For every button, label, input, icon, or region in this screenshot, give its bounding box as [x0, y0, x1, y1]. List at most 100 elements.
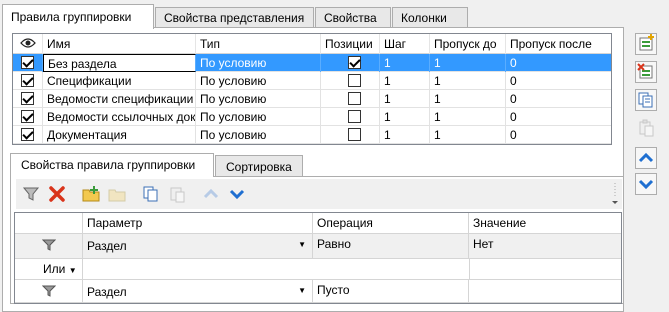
tab-view-properties[interactable]: Свойства представления — [155, 7, 314, 27]
operation-cell[interactable]: Равно — [313, 234, 469, 258]
positions-checkbox[interactable] — [348, 56, 361, 69]
column-header-type[interactable]: Тип — [196, 34, 321, 54]
name-cell[interactable]: Ведомости спецификации — [43, 90, 196, 108]
filter-icon — [41, 285, 57, 297]
step-cell[interactable]: 1 — [380, 72, 430, 90]
chevron-up-icon — [638, 152, 654, 163]
delete-group-icon — [637, 63, 653, 79]
operation-cell[interactable]: Пусто — [313, 280, 469, 302]
value-cell[interactable]: Нет — [469, 234, 621, 258]
tab-sorting[interactable]: Сортировка — [215, 155, 303, 177]
paste-icon — [639, 119, 654, 137]
visible-cell — [13, 54, 43, 72]
toolbar-overflow[interactable] — [610, 181, 620, 207]
name-cell[interactable]: Без раздела — [43, 54, 196, 72]
type-cell[interactable]: По условию — [196, 108, 321, 126]
add-folder-button[interactable] — [82, 185, 102, 203]
logic-row[interactable]: Или ▼ — [15, 259, 621, 280]
visible-checkbox[interactable] — [21, 110, 34, 123]
tab-label: Свойства правила группировки — [21, 158, 196, 172]
tab-grouping-rules[interactable]: Правила группировки — [2, 4, 154, 29]
skip-before-cell[interactable]: 1 — [430, 90, 506, 108]
column-header-operation[interactable]: Операция — [313, 213, 469, 233]
parameter-dropdown[interactable]: Раздел ▼ — [83, 234, 313, 258]
skip-after-cell[interactable]: 0 — [506, 126, 611, 144]
visible-cell — [13, 126, 43, 144]
chevron-down-icon: ▼ — [68, 266, 77, 275]
visible-cell — [13, 108, 43, 126]
move-down-button[interactable] — [228, 185, 248, 203]
skip-before-cell[interactable]: 1 — [430, 72, 506, 90]
chevron-down-icon — [638, 179, 654, 190]
skip-before-cell[interactable]: 1 — [430, 108, 506, 126]
delete-group-button[interactable] — [635, 61, 657, 83]
column-header-skip-before[interactable]: Пропуск до — [430, 34, 506, 54]
step-cell[interactable]: 1 — [380, 54, 430, 72]
add-folder-icon — [82, 186, 100, 202]
conditions-header: Параметр Операция Значение — [15, 213, 621, 234]
tab-properties[interactable]: Свойства — [315, 7, 391, 27]
positions-checkbox[interactable] — [348, 110, 361, 123]
copy-button[interactable] — [142, 185, 162, 203]
type-cell[interactable]: По условию — [196, 90, 321, 108]
column-header-step[interactable]: Шаг — [380, 34, 430, 54]
skip-after-cell[interactable]: 0 — [506, 90, 611, 108]
table-row[interactable]: Ведомости ссылочных док По условию 1 1 0 — [13, 108, 611, 126]
table-row[interactable]: Спецификации По условию 1 1 0 — [13, 72, 611, 90]
move-down-button[interactable] — [635, 173, 657, 195]
step-cell[interactable]: 1 — [380, 90, 430, 108]
move-up-button[interactable] — [635, 147, 657, 169]
tab-columns[interactable]: Колонки — [392, 7, 468, 27]
paste-button[interactable] — [168, 185, 188, 203]
condition-row[interactable]: Раздел ▼ Пусто — [15, 280, 621, 303]
delete-button[interactable] — [48, 185, 68, 203]
skip-after-cell[interactable]: 0 — [506, 54, 611, 72]
tab-rule-properties[interactable]: Свойства правила группировки — [10, 153, 214, 177]
visible-cell — [13, 90, 43, 108]
positions-cell — [321, 126, 380, 144]
parameter-dropdown[interactable]: Раздел ▼ — [83, 280, 313, 302]
column-header-parameter[interactable]: Параметр — [83, 213, 313, 233]
table-row[interactable]: Документация По условию 1 1 0 — [13, 126, 611, 144]
column-header-value[interactable]: Значение — [469, 213, 621, 233]
column-header-name[interactable]: Имя — [43, 34, 196, 54]
positions-checkbox[interactable] — [348, 128, 361, 141]
folder-button[interactable] — [108, 185, 128, 203]
type-cell[interactable]: По условию — [196, 126, 321, 144]
visible-checkbox[interactable] — [21, 74, 34, 87]
name-cell[interactable]: Документация — [43, 126, 196, 144]
type-cell[interactable]: По условию — [196, 54, 321, 72]
positions-checkbox[interactable] — [348, 74, 361, 87]
positions-checkbox[interactable] — [348, 92, 361, 105]
skip-after-cell[interactable]: 0 — [506, 72, 611, 90]
column-header-positions[interactable]: Позиции — [321, 34, 380, 54]
eye-icon — [20, 38, 36, 48]
condition-row[interactable]: Раздел ▼ Равно Нет — [15, 234, 621, 259]
tab-label: Сортировка — [226, 160, 292, 174]
move-up-button[interactable] — [202, 185, 222, 203]
skip-before-cell[interactable]: 1 — [430, 126, 506, 144]
skip-before-cell[interactable]: 1 — [430, 54, 506, 72]
column-header-skip-after[interactable]: Пропуск после — [506, 34, 611, 54]
skip-after-cell[interactable]: 0 — [506, 108, 611, 126]
chevron-up-icon — [203, 188, 219, 199]
value-cell[interactable] — [469, 280, 621, 302]
paste-button[interactable] — [635, 117, 657, 139]
filter-button[interactable] — [22, 185, 42, 203]
step-cell[interactable]: 1 — [380, 126, 430, 144]
logic-dropdown[interactable]: Или ▼ — [15, 259, 83, 279]
copy-button[interactable] — [635, 89, 657, 111]
step-cell[interactable]: 1 — [380, 108, 430, 126]
visible-checkbox[interactable] — [21, 92, 34, 105]
tab-label: Свойства — [324, 11, 377, 25]
visible-checkbox[interactable] — [21, 56, 34, 69]
visibility-column-header[interactable] — [13, 34, 43, 54]
type-cell[interactable]: По условию — [196, 72, 321, 90]
name-cell[interactable]: Ведомости ссылочных док — [43, 108, 196, 126]
visible-checkbox[interactable] — [21, 128, 34, 141]
table-row[interactable]: Без раздела По условию 1 1 0 — [13, 54, 611, 72]
name-cell[interactable]: Спецификации — [43, 72, 196, 90]
add-group-button[interactable] — [635, 33, 657, 55]
table-row[interactable]: Ведомости спецификации По условию 1 1 0 — [13, 90, 611, 108]
chevron-down-icon — [229, 189, 245, 200]
